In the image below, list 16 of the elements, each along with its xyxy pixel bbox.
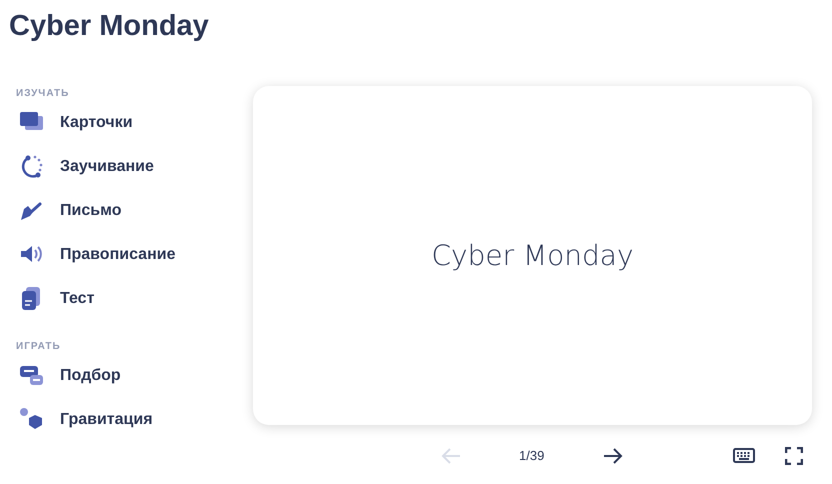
sidebar-item[interactable]: Правописание <box>9 233 253 277</box>
flashcard[interactable]: Cyber Monday <box>253 86 812 425</box>
card-term: Cyber Monday <box>431 238 634 274</box>
card-counter: 1/39 <box>519 447 544 466</box>
sidebar-item[interactable]: Подбор <box>9 354 253 398</box>
section-heading: ИЗУЧАТЬ <box>15 87 70 101</box>
sidebar-item[interactable]: Тест <box>9 277 253 321</box>
fullscreen-icon[interactable] <box>785 447 803 465</box>
sidebar-item[interactable]: Письмо <box>9 189 253 233</box>
section-heading: ИГРАТЬ <box>15 340 62 354</box>
sidebar-item[interactable]: Заучивание <box>9 145 253 189</box>
keyboard-icon[interactable] <box>733 448 755 464</box>
dotted-circle-icon <box>19 154 45 180</box>
sidebar-item[interactable]: Карточки <box>9 101 253 145</box>
page-title: Cyber Monday <box>9 9 210 44</box>
sidebar-item[interactable]: Гравитация <box>9 398 253 442</box>
